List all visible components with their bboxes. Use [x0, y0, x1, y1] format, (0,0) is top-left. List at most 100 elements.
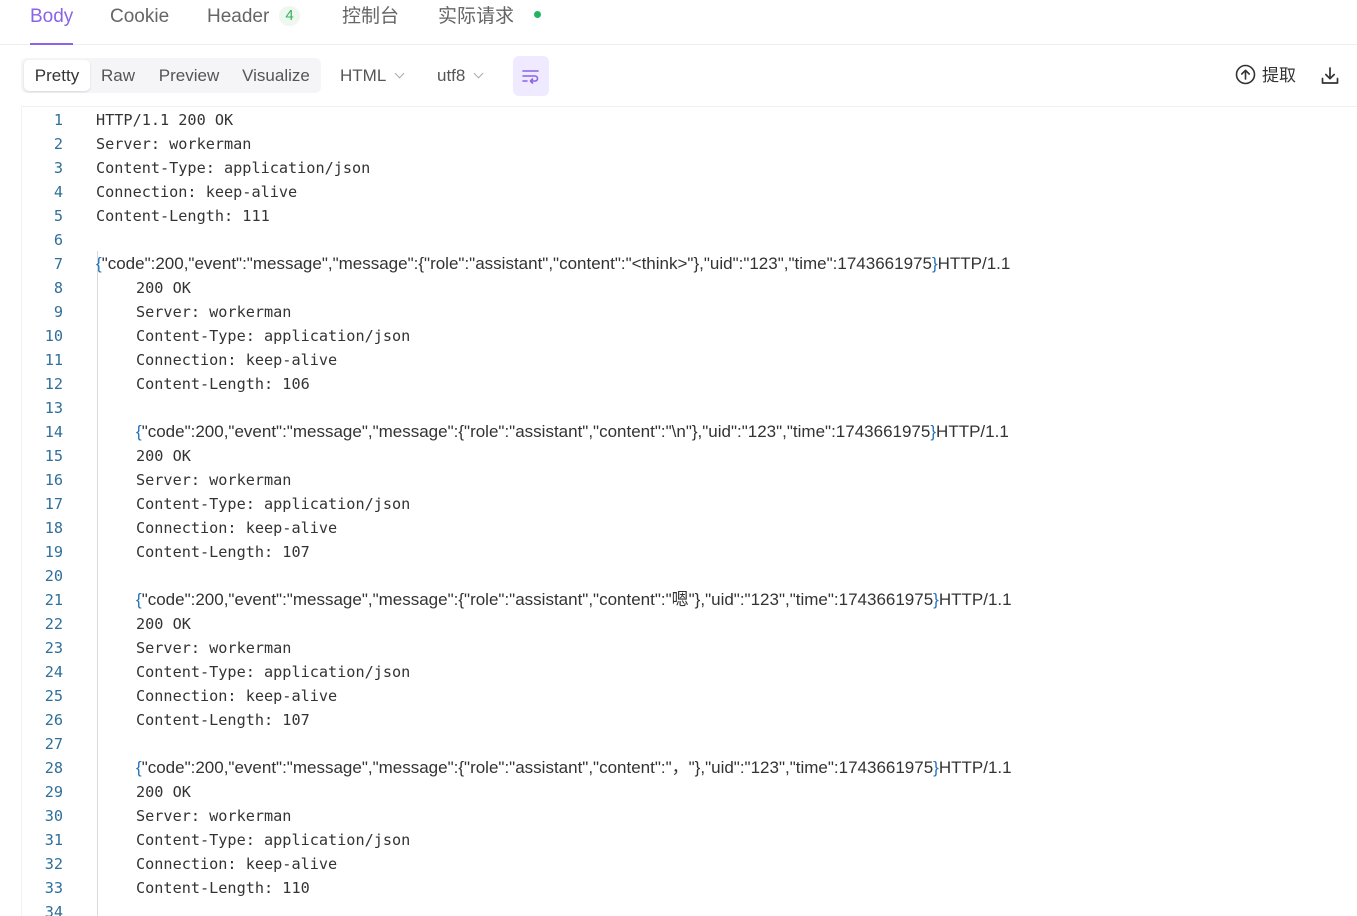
view-pretty-button[interactable]: Pretty — [24, 60, 90, 91]
extract-button[interactable]: 提取 — [1235, 64, 1296, 88]
line-text: {"code":200,"event":"message","message":… — [136, 758, 1012, 777]
code-line: 8 200 OK — [22, 276, 1352, 300]
code-line: 30 Server: workerman — [22, 804, 1352, 828]
code-line: 33 Content-Length: 110 — [22, 876, 1352, 900]
line-text: 200 OK — [136, 447, 191, 465]
line-number: 4 — [53, 183, 63, 201]
word-wrap-button[interactable] — [513, 56, 549, 96]
line-text: Server: workerman — [136, 639, 292, 657]
code-line: 27 — [22, 732, 1352, 756]
code-line: 9 Server: workerman — [22, 300, 1352, 324]
tab-cookie[interactable]: Cookie — [110, 0, 169, 44]
line-number: 23 — [44, 639, 63, 657]
line-number: 21 — [44, 591, 63, 609]
line-text: Content-Length: 106 — [136, 375, 310, 393]
line-number: 16 — [44, 471, 63, 489]
code-line: 5 Content-Length: 111 — [22, 204, 1352, 228]
line-text: Content-Length: 107 — [136, 543, 310, 561]
response-body-viewer[interactable]: 1 HTTP/1.1 200 OK 2 Server: workerman 3 Conte… — [21, 106, 1357, 916]
code-line: 34 — [22, 900, 1352, 916]
tab-actual-request[interactable]: 实际请求 — [438, 0, 514, 44]
encoding-select-value: utf8 — [437, 66, 466, 85]
line-text: 200 OK — [136, 615, 191, 633]
line-number: 17 — [44, 495, 63, 513]
format-select[interactable]: HTML — [340, 58, 405, 93]
line-number: 22 — [44, 615, 63, 633]
line-number: 24 — [44, 663, 63, 681]
code-line: 17 Content-Type: application/json — [22, 492, 1352, 516]
line-text: Connection: keep-alive — [136, 351, 338, 369]
tab-console[interactable]: 控制台 — [342, 0, 399, 44]
line-number: 10 — [44, 327, 63, 345]
line-number: 11 — [44, 351, 63, 369]
chevron-down-icon — [394, 68, 405, 79]
line-text: {"code":200,"event":"message","message":… — [96, 254, 1011, 273]
line-text: Content-Type: application/json — [136, 831, 411, 849]
line-number: 28 — [44, 759, 63, 777]
line-text: Connection: keep-alive — [136, 519, 338, 537]
line-text: 200 OK — [136, 783, 191, 801]
line-number: 14 — [44, 423, 63, 441]
code-line: 31 Content-Type: application/json — [22, 828, 1352, 852]
line-number: 2 — [53, 135, 63, 153]
tab-body[interactable]: Body — [30, 0, 74, 45]
code-line: 25 Connection: keep-alive — [22, 684, 1352, 708]
line-number: 12 — [44, 375, 63, 393]
code-line: 7 {"code":200,"event":"message","message"… — [22, 252, 1352, 276]
line-number: 33 — [44, 879, 63, 897]
code-line: 24 Content-Type: application/json — [22, 660, 1352, 684]
encoding-select[interactable]: utf8 — [437, 58, 484, 93]
code-line: 19 Content-Length: 107 — [22, 540, 1352, 564]
line-number: 25 — [44, 687, 63, 705]
code-line: 14 {"code":200,"event":"message","message… — [22, 420, 1352, 444]
line-text: {"code":200,"event":"message","message":… — [136, 590, 1012, 609]
code-line: 29 200 OK — [22, 780, 1352, 804]
line-text: Content-Length: 111 — [96, 207, 270, 225]
line-text: Connection: keep-alive — [136, 687, 338, 705]
header-count-badge: 4 — [279, 6, 300, 26]
download-icon[interactable] — [1320, 66, 1340, 86]
line-text: Connection: keep-alive — [96, 183, 298, 201]
code-line: 23 Server: workerman — [22, 636, 1352, 660]
line-text: Content-Type: application/json — [136, 327, 411, 345]
code-line: 28 {"code":200,"event":"message","message… — [22, 756, 1352, 780]
code-line: 21 {"code":200,"event":"message","message… — [22, 588, 1352, 612]
view-preview-button[interactable]: Preview — [151, 58, 227, 93]
code-line: 2 Server: workerman — [22, 132, 1352, 156]
line-number: 20 — [44, 567, 63, 585]
line-number: 30 — [44, 807, 63, 825]
line-number: 34 — [44, 903, 63, 916]
code-line: 4 Connection: keep-alive — [22, 180, 1352, 204]
line-text: Content-Length: 107 — [136, 711, 310, 729]
line-text: Server: workerman — [136, 303, 292, 321]
response-tab-bar: Body Cookie Header 4 控制台 实际请求 — [0, 0, 1357, 45]
line-number: 1 — [53, 111, 63, 129]
extract-label: 提取 — [1262, 66, 1296, 85]
tab-header[interactable]: Header 4 — [207, 0, 300, 44]
line-text: Server: workerman — [136, 807, 292, 825]
code-line: 26 Content-Length: 107 — [22, 708, 1352, 732]
line-number: 9 — [53, 303, 63, 321]
line-text: Content-Type: application/json — [96, 159, 371, 177]
line-number: 13 — [44, 399, 63, 417]
line-number: 26 — [44, 711, 63, 729]
line-text: Content-Type: application/json — [136, 495, 411, 513]
view-raw-button[interactable]: Raw — [95, 58, 141, 93]
view-visualize-button[interactable]: Visualize — [236, 58, 316, 93]
line-text: Connection: keep-alive — [136, 855, 338, 873]
line-text: HTTP/1.1 200 OK — [96, 111, 234, 129]
line-text: {"code":200,"event":"message","message":… — [136, 422, 1009, 441]
line-number: 7 — [53, 255, 63, 273]
code-line: 32 Connection: keep-alive — [22, 852, 1352, 876]
format-select-value: HTML — [340, 66, 387, 85]
status-dot-icon — [534, 11, 541, 18]
code-line: 15 200 OK — [22, 444, 1352, 468]
code-line: 20 — [22, 564, 1352, 588]
line-number: 15 — [44, 447, 63, 465]
line-text: Content-Length: 110 — [136, 879, 310, 897]
line-text: 200 OK — [136, 279, 191, 297]
code-line: 3 Content-Type: application/json — [22, 156, 1352, 180]
line-number: 5 — [53, 207, 63, 225]
code-line: 10 Content-Type: application/json — [22, 324, 1352, 348]
code-line: 13 — [22, 396, 1352, 420]
